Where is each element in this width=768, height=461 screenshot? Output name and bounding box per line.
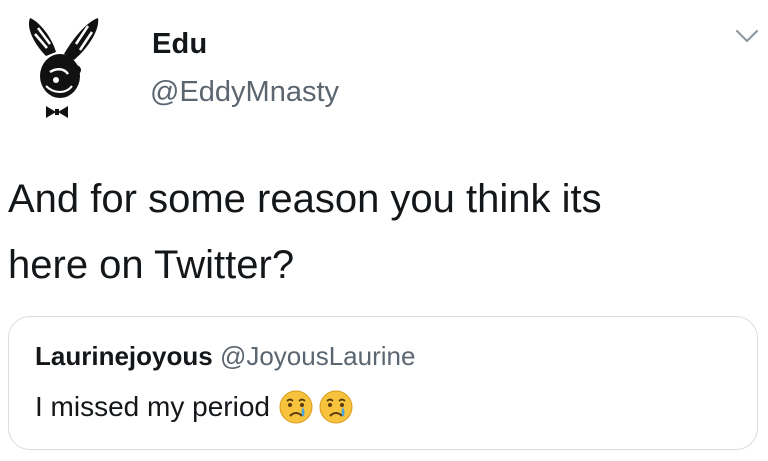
- tweet-text: And for some reason you think its here o…: [8, 166, 760, 298]
- tweet-card: Edu @EddyMnasty And for some reason you …: [0, 0, 768, 461]
- crying-face-emoji: [278, 389, 314, 425]
- tweet-text-line: here on Twitter?: [8, 243, 295, 287]
- tweet-menu-button[interactable]: [734, 26, 760, 46]
- quoted-author-name: Laurinejoyous: [35, 341, 213, 371]
- author-name[interactable]: Edu: [152, 28, 207, 61]
- quoted-text: I missed my period: [35, 391, 270, 422]
- bunny-logo-icon: [28, 18, 99, 118]
- quoted-tweet[interactable]: Laurinejoyous @JoyousLaurine I missed my…: [8, 316, 758, 450]
- avatar[interactable]: [16, 14, 108, 122]
- quoted-author: Laurinejoyous @JoyousLaurine: [35, 341, 415, 372]
- quoted-tweet-text: I missed my period: [35, 389, 354, 425]
- chevron-down-icon: [735, 29, 759, 43]
- author-handle[interactable]: @EddyMnasty: [150, 76, 339, 109]
- tweet-text-line: And for some reason you think its: [8, 177, 602, 221]
- crying-face-emoji: [318, 389, 354, 425]
- quoted-author-handle: @JoyousLaurine: [219, 341, 416, 371]
